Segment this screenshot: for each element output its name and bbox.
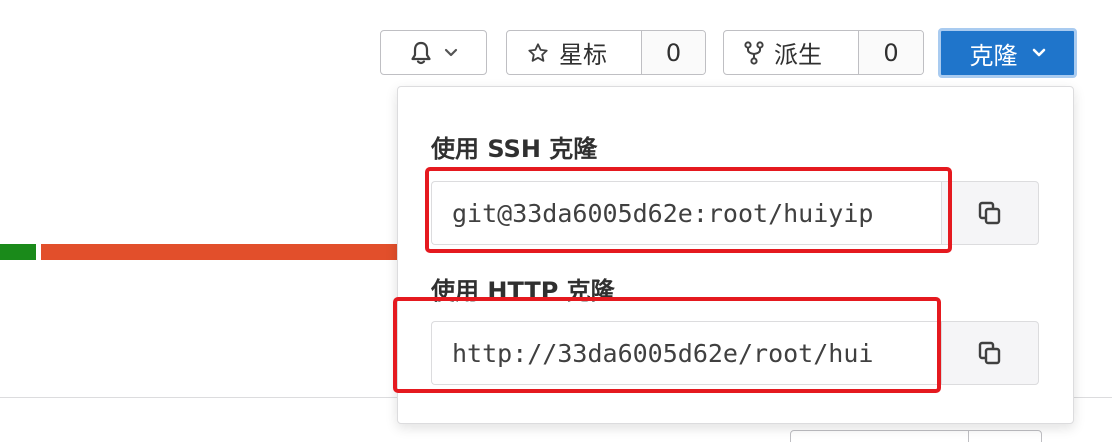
fork-count[interactable]: 0 [858, 31, 923, 74]
clone-dropdown: 使用 SSH 克隆 git@33da6005d62e:root/huiyip 使… [397, 86, 1074, 424]
language-segment-orange [41, 244, 401, 260]
star-button[interactable]: 星标 [507, 31, 641, 74]
copy-http-url-button[interactable] [941, 321, 1039, 385]
star-icon [527, 42, 549, 64]
ssh-clone-heading: 使用 SSH 克隆 [431, 135, 598, 163]
clone-button[interactable]: 克隆 [938, 28, 1077, 78]
copy-icon [977, 340, 1003, 366]
chevron-down-icon [444, 48, 458, 58]
bottom-toolbar-control[interactable] [790, 430, 1042, 442]
copy-ssh-url-button[interactable] [941, 181, 1039, 245]
clone-label: 克隆 [969, 41, 1018, 70]
page: 星标 0 派生 0 克隆 使用 SSH 克隆 git@33da6005d62e:… [0, 0, 1112, 442]
star-button-group: 星标 0 [506, 30, 706, 75]
repository-language-bar [0, 244, 401, 260]
star-label: 星标 [559, 41, 607, 69]
bell-icon [410, 41, 432, 65]
chevron-down-icon [1032, 48, 1046, 58]
star-count[interactable]: 0 [641, 31, 705, 74]
fork-button-group: 派生 0 [723, 30, 924, 75]
language-segment-green [0, 244, 36, 260]
ssh-url-input[interactable]: git@33da6005d62e:root/huiyip [431, 181, 941, 245]
fork-button[interactable]: 派生 [724, 31, 858, 74]
bottom-toolbar-divider [968, 431, 969, 442]
fork-label: 派生 [774, 41, 822, 69]
http-url-input[interactable]: http://33da6005d62e/root/hui [431, 321, 941, 385]
http-clone-heading: 使用 HTTP 克隆 [431, 277, 615, 305]
notifications-button[interactable] [380, 30, 487, 75]
copy-icon [977, 200, 1003, 226]
fork-icon [744, 40, 764, 65]
